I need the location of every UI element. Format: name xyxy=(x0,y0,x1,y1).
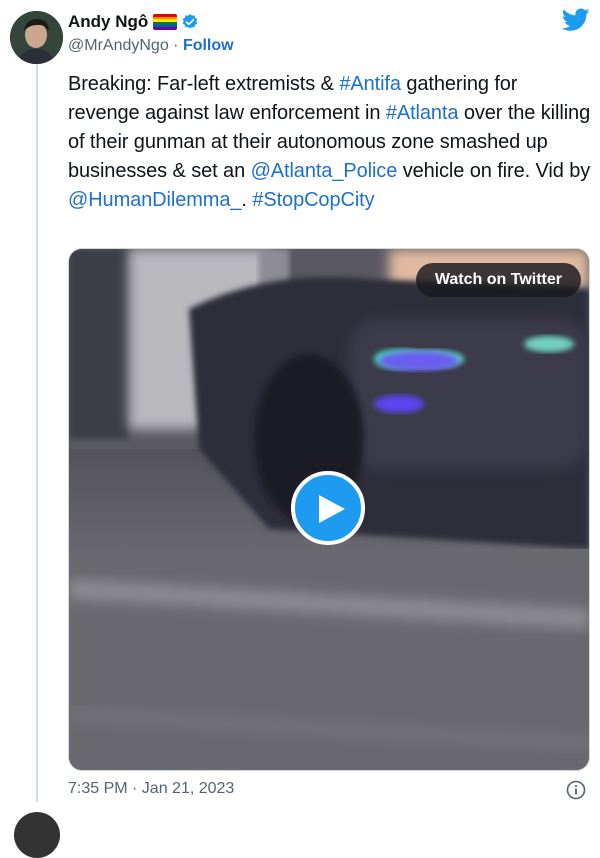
thread-line xyxy=(36,62,38,802)
video-player[interactable]: Watch on Twitter xyxy=(68,248,590,771)
handle-separator: · xyxy=(168,37,183,54)
follow-button[interactable]: Follow xyxy=(183,37,234,54)
next-tweet-avatar[interactable] xyxy=(14,812,60,858)
mention-link[interactable]: @HumanDilemma_ xyxy=(68,189,242,211)
twitter-bird-icon[interactable] xyxy=(562,8,590,32)
play-button[interactable] xyxy=(291,471,365,545)
tweet-text-segment: . xyxy=(241,189,253,211)
tweet-timestamp[interactable]: 7:35 PM · Jan 21, 2023 xyxy=(68,780,234,798)
verified-badge-icon xyxy=(183,14,198,29)
watch-on-twitter-button[interactable]: Watch on Twitter xyxy=(415,263,581,297)
hashtag-link[interactable]: #Antifa xyxy=(339,73,401,95)
author-name[interactable]: Andy Ngô xyxy=(68,12,148,32)
tweet-text-segment: vehicle on fire. Vid by xyxy=(397,160,591,182)
hashtag-link[interactable]: #Atlanta xyxy=(386,102,459,124)
info-icon[interactable] xyxy=(566,780,586,800)
play-icon xyxy=(319,495,345,523)
tweet-text-segment: Breaking: Far-left extremists & xyxy=(68,73,340,95)
mention-link[interactable]: @Atlanta_Police xyxy=(251,160,398,182)
author-handle[interactable]: @MrAndyNgo xyxy=(68,37,169,54)
tweet-text: Breaking: Far-left extremists & #Antifa … xyxy=(68,70,594,215)
rainbow-flag-icon xyxy=(153,14,178,30)
author-avatar[interactable] xyxy=(10,11,63,64)
hashtag-link[interactable]: #StopCopCity xyxy=(252,189,374,211)
